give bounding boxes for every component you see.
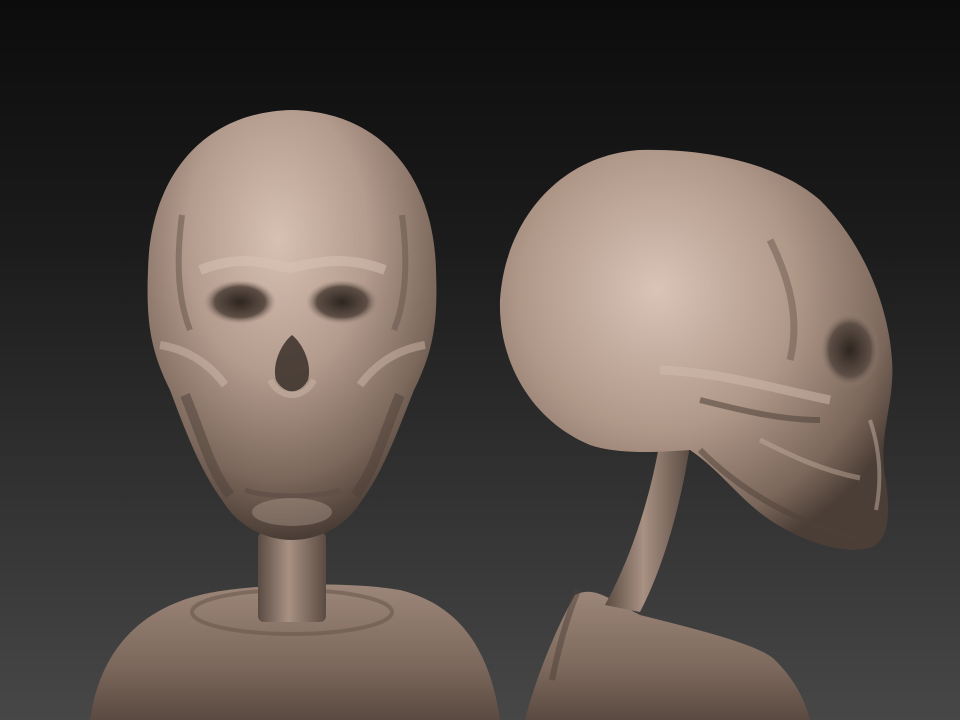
skull-side-view	[499, 149, 893, 720]
front-neck	[258, 532, 326, 622]
side-eye-socket	[820, 312, 880, 388]
skull-front-view	[90, 110, 500, 720]
sculpt-viewport[interactable]	[0, 0, 960, 720]
side-neck	[605, 440, 690, 612]
front-eye-socket-left	[204, 280, 276, 324]
front-eye-socket-right	[306, 280, 378, 324]
sculpt-render	[90, 110, 893, 720]
